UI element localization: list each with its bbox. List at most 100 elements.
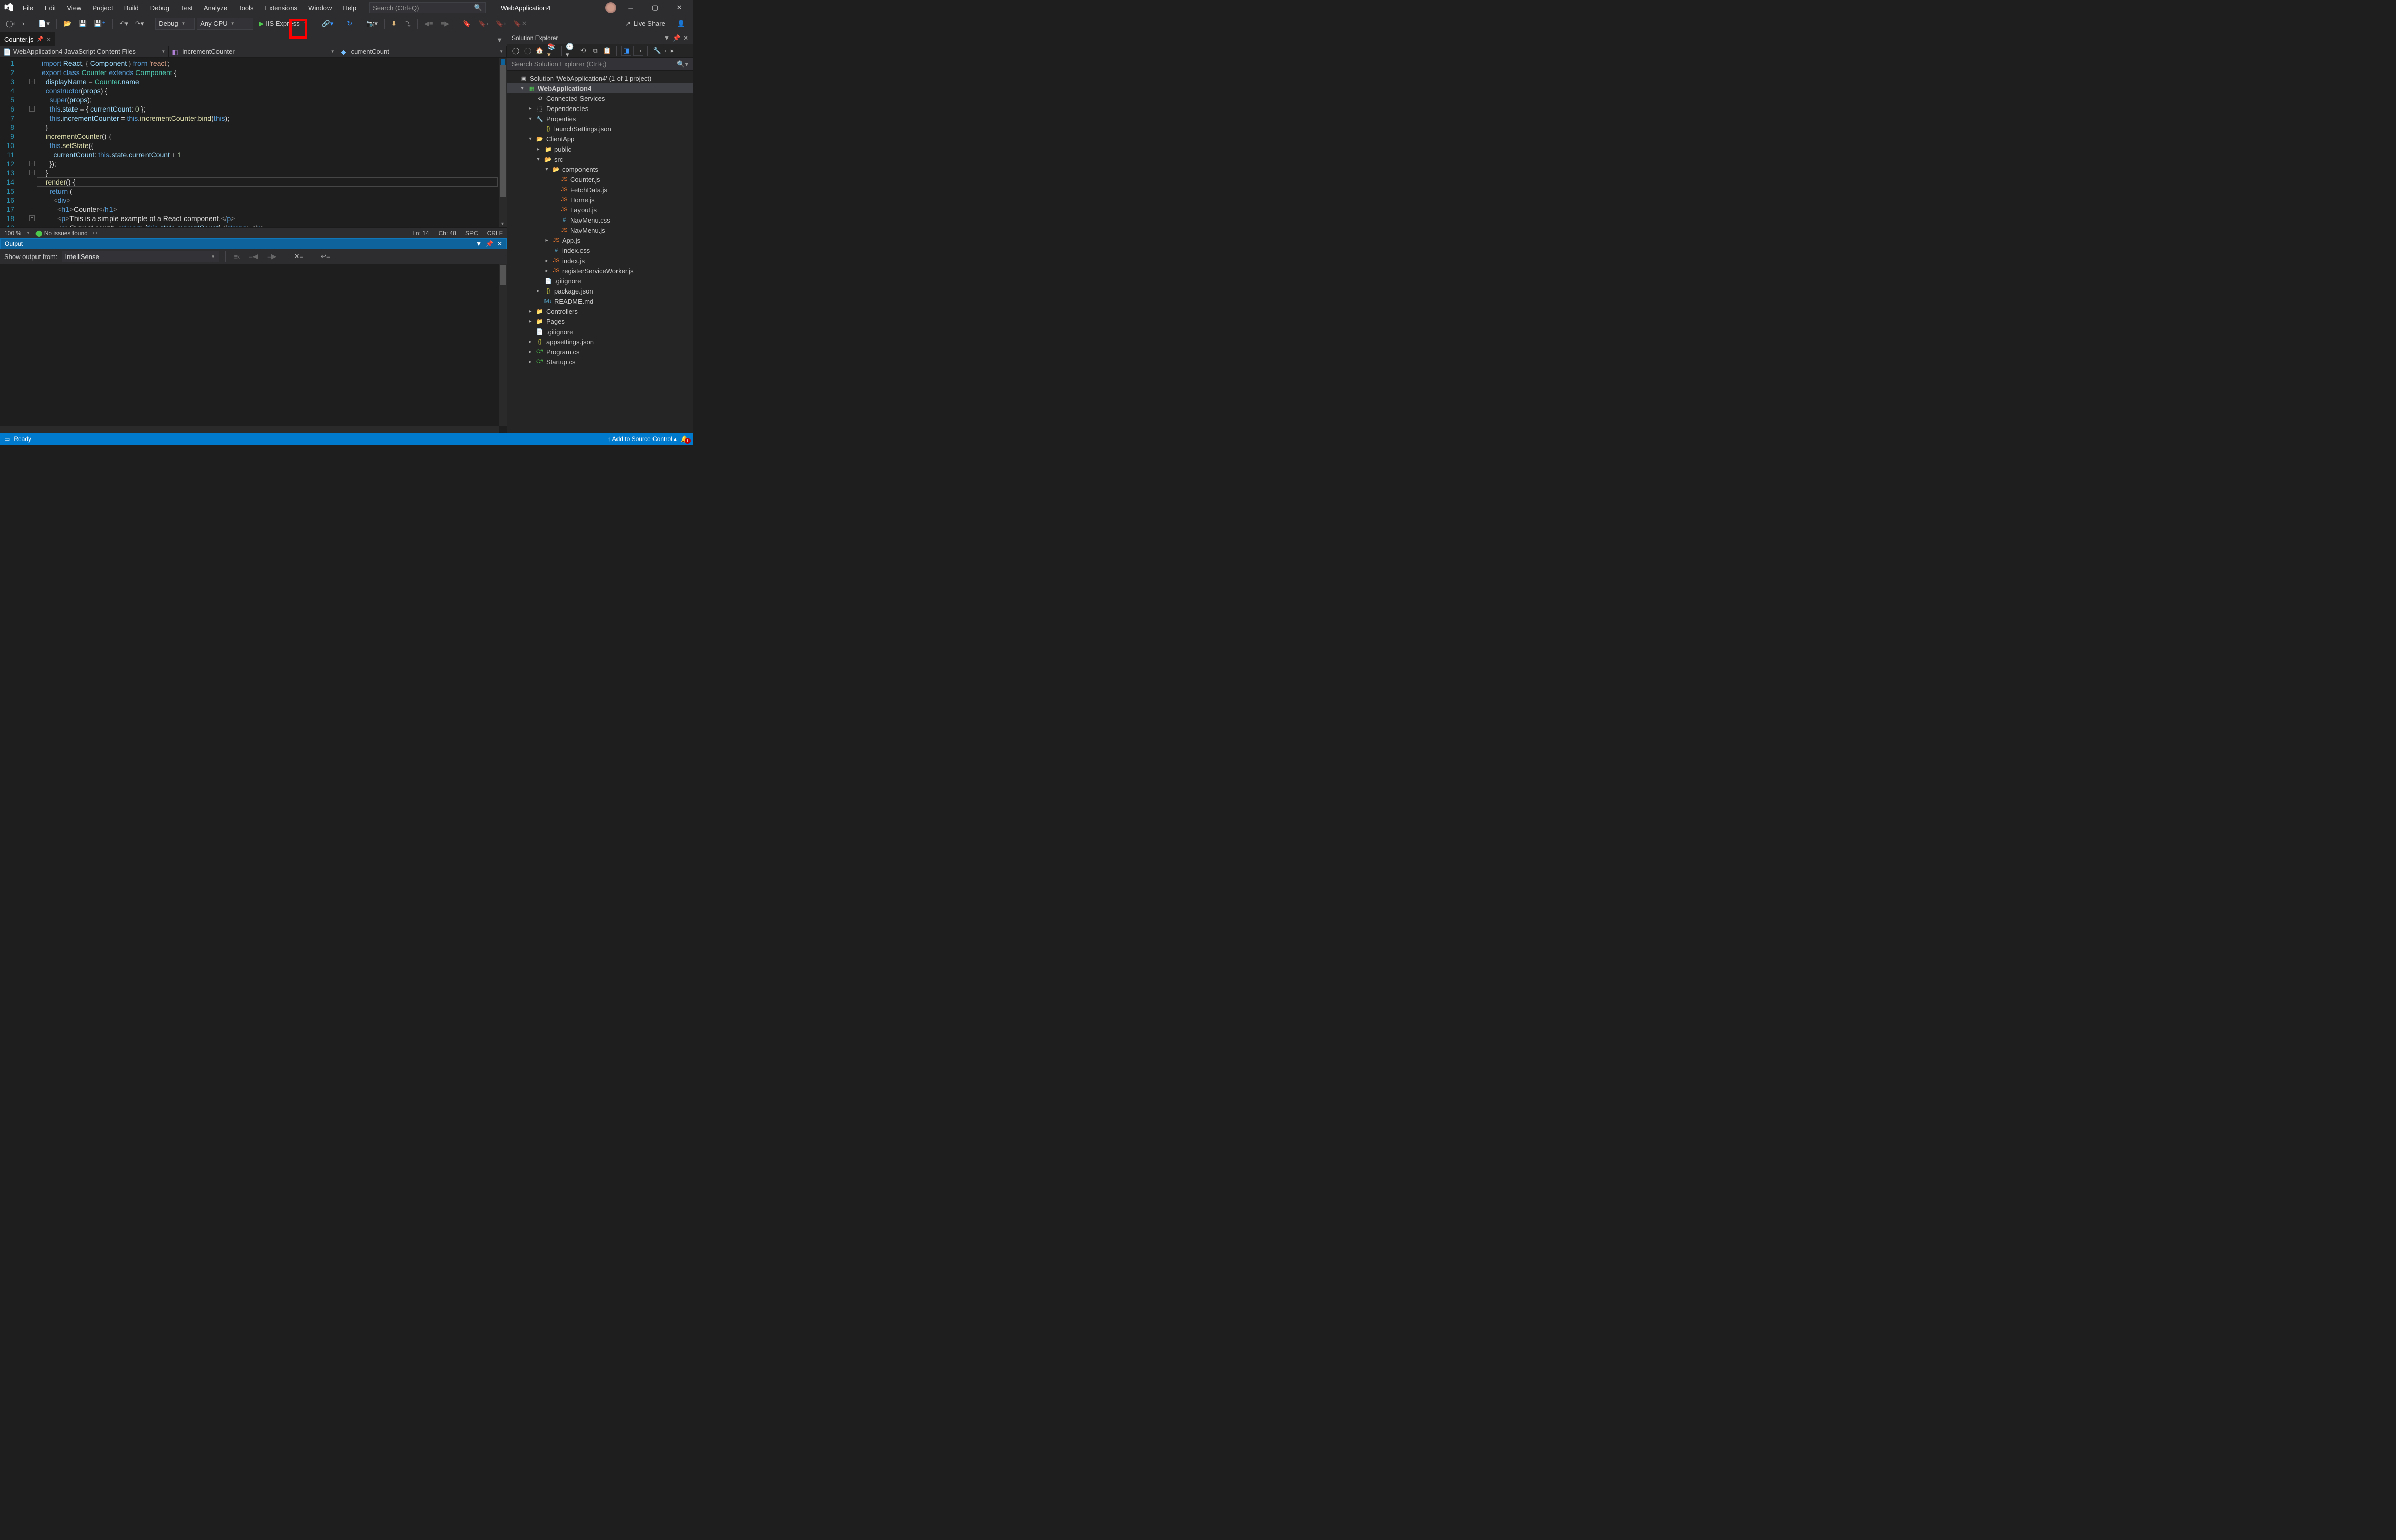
se-copy-icon[interactable]: 📋	[602, 46, 612, 56]
output-panel-title[interactable]: Output ▼ 📌 ✕	[0, 238, 507, 249]
indent-icon[interactable]: ≡▶	[438, 18, 452, 29]
menu-edit[interactable]: Edit	[39, 1, 61, 15]
expand-icon[interactable]: ▸	[543, 238, 550, 243]
se-refresh-icon[interactable]: 🕓▾	[566, 46, 576, 56]
tree-node[interactable]: ▾📂ClientApp	[507, 134, 693, 144]
outdent-icon[interactable]: ◀≡	[422, 18, 436, 29]
solution-explorer-title[interactable]: Solution Explorer ▼ 📌 ✕	[507, 32, 693, 44]
minimize-button[interactable]: ─	[621, 0, 641, 15]
clear-bookmarks-icon[interactable]: 🔖✕	[511, 18, 529, 29]
fold-toggle[interactable]: −	[29, 170, 35, 175]
fold-toggle[interactable]: −	[29, 106, 35, 112]
next-bookmark-icon[interactable]: 🔖›	[493, 18, 509, 29]
undo-icon[interactable]: ↶▾	[117, 18, 130, 29]
menu-analyze[interactable]: Analyze	[198, 1, 233, 15]
tree-node[interactable]: #NavMenu.css	[507, 215, 693, 225]
search-box[interactable]: Search (Ctrl+Q) 🔍	[369, 2, 486, 13]
se-fwd-icon[interactable]: ◯	[523, 46, 533, 56]
tree-node[interactable]: JSNavMenu.js	[507, 225, 693, 235]
tree-node[interactable]: ▸JSApp.js	[507, 235, 693, 245]
close-tab-icon[interactable]: ✕	[46, 36, 51, 43]
se-track-icon[interactable]: ▭	[633, 46, 643, 56]
tab-counter-js[interactable]: Counter.js 📌 ✕	[0, 32, 55, 46]
liveshare-button[interactable]: Live Share	[634, 20, 665, 27]
expand-icon[interactable]: ▾	[535, 157, 542, 162]
output-source-dropdown[interactable]: IntelliSense▼	[62, 251, 219, 262]
tree-node[interactable]: ▸C#Program.cs	[507, 347, 693, 357]
se-home-icon[interactable]: 🏠	[535, 46, 545, 56]
tree-node[interactable]: ▸📁public	[507, 144, 693, 154]
close-button[interactable]: ✕	[669, 0, 689, 15]
menu-help[interactable]: Help	[337, 1, 362, 15]
expand-icon[interactable]: ▸	[527, 309, 534, 314]
tree-node[interactable]: {}launchSettings.json	[507, 124, 693, 134]
tree-node[interactable]: ⟲Connected Services	[507, 93, 693, 103]
save-icon[interactable]: 💾	[76, 18, 89, 29]
indent-mode[interactable]: SPC	[465, 230, 478, 237]
tree-node[interactable]: #index.css	[507, 245, 693, 255]
screenshot-icon[interactable]: 📷▾	[364, 18, 380, 29]
expand-icon[interactable]: ▸	[527, 339, 534, 345]
nav-back-icon[interactable]: ◯‹	[3, 18, 18, 29]
tree-node[interactable]: ▸{}appsettings.json	[507, 337, 693, 347]
panel-close-icon[interactable]: ✕	[683, 34, 688, 42]
fold-toggle[interactable]: −	[29, 215, 35, 221]
panel-dropdown-icon[interactable]: ▼	[476, 240, 482, 247]
menu-extensions[interactable]: Extensions	[259, 1, 303, 15]
code-editor[interactable]: 1234567891011121314151617181920212223242…	[0, 58, 507, 227]
zoom-level[interactable]: 100 %	[4, 230, 21, 237]
open-icon[interactable]: 📂	[61, 18, 74, 29]
se-sync-icon[interactable]: 📚▾	[547, 46, 557, 56]
tree-node[interactable]: ▸JSregisterServiceWorker.js	[507, 266, 693, 276]
output-clear-icon[interactable]: ✕≡	[292, 251, 306, 262]
expand-icon[interactable]: ▸	[527, 349, 534, 355]
menu-project[interactable]: Project	[87, 1, 118, 15]
tree-node[interactable]: ▸⬚Dependencies	[507, 103, 693, 114]
fold-toggle[interactable]: −	[29, 161, 35, 166]
tree-node[interactable]: ▸{}package.json	[507, 286, 693, 296]
refresh-icon[interactable]: ↻	[344, 18, 355, 29]
tree-node[interactable]: ▾🔧Properties	[507, 114, 693, 124]
maximize-button[interactable]: ▢	[645, 0, 665, 15]
expand-icon[interactable]: ▸	[535, 288, 542, 294]
new-item-icon[interactable]: 📄▾	[35, 18, 52, 29]
solution-search[interactable]: Search Solution Explorer (Ctrl+;) 🔍▾	[507, 58, 693, 71]
output-find-icon[interactable]: ≡‹	[232, 251, 243, 262]
source-control-button[interactable]: ↑ Add to Source Control ▴	[608, 435, 677, 443]
platform-dropdown[interactable]: Any CPU▼	[197, 18, 253, 30]
step-in-icon[interactable]: ⬇	[389, 18, 400, 29]
output-content[interactable]	[0, 264, 507, 433]
pin-icon[interactable]: 📌	[37, 36, 43, 42]
tree-node[interactable]: JSCounter.js	[507, 174, 693, 185]
tree-node[interactable]: ▸📁Pages	[507, 316, 693, 326]
menu-debug[interactable]: Debug	[144, 1, 175, 15]
se-back-icon[interactable]: ◯	[511, 46, 521, 56]
se-collapse-icon[interactable]: ⟲	[578, 46, 588, 56]
nav-fwd-icon[interactable]: ›	[20, 18, 27, 29]
expand-icon[interactable]: ▾	[519, 86, 526, 91]
line-ending[interactable]: CRLF	[487, 230, 503, 237]
redo-icon[interactable]: ↷▾	[133, 18, 147, 29]
expand-icon[interactable]: ▸	[527, 359, 534, 365]
save-all-icon[interactable]: 💾⁺	[91, 18, 108, 29]
code-content[interactable]: import React, { Component } from 'react'…	[42, 59, 498, 227]
tree-node[interactable]: JSLayout.js	[507, 205, 693, 215]
menu-window[interactable]: Window	[303, 1, 337, 15]
menu-view[interactable]: View	[61, 1, 87, 15]
se-preview-icon[interactable]: ◨	[621, 46, 631, 56]
editor-scrollbar[interactable]: ▼	[499, 58, 507, 227]
tree-node[interactable]: ▾▦WebApplication4	[507, 83, 693, 93]
browser-link-icon[interactable]: 🔗▾	[319, 18, 336, 29]
tree-node[interactable]: ▸C#Startup.cs	[507, 357, 693, 367]
se-properties-icon[interactable]: 🔧	[652, 46, 662, 56]
feedback-icon[interactable]: 👤	[677, 20, 685, 28]
tree-node[interactable]: ▸📁Controllers	[507, 306, 693, 316]
notifications-icon[interactable]: 🔔1	[681, 435, 688, 443]
solution-tree[interactable]: ▣Solution 'WebApplication4' (1 of 1 proj…	[507, 71, 693, 433]
expand-icon[interactable]: ▾	[527, 136, 534, 142]
bookmark-icon[interactable]: 🔖	[460, 18, 474, 29]
tree-node[interactable]: JSHome.js	[507, 195, 693, 205]
expand-icon[interactable]: ▸	[543, 258, 550, 264]
expand-icon[interactable]: ▸	[543, 268, 550, 274]
menu-test[interactable]: Test	[175, 1, 198, 15]
